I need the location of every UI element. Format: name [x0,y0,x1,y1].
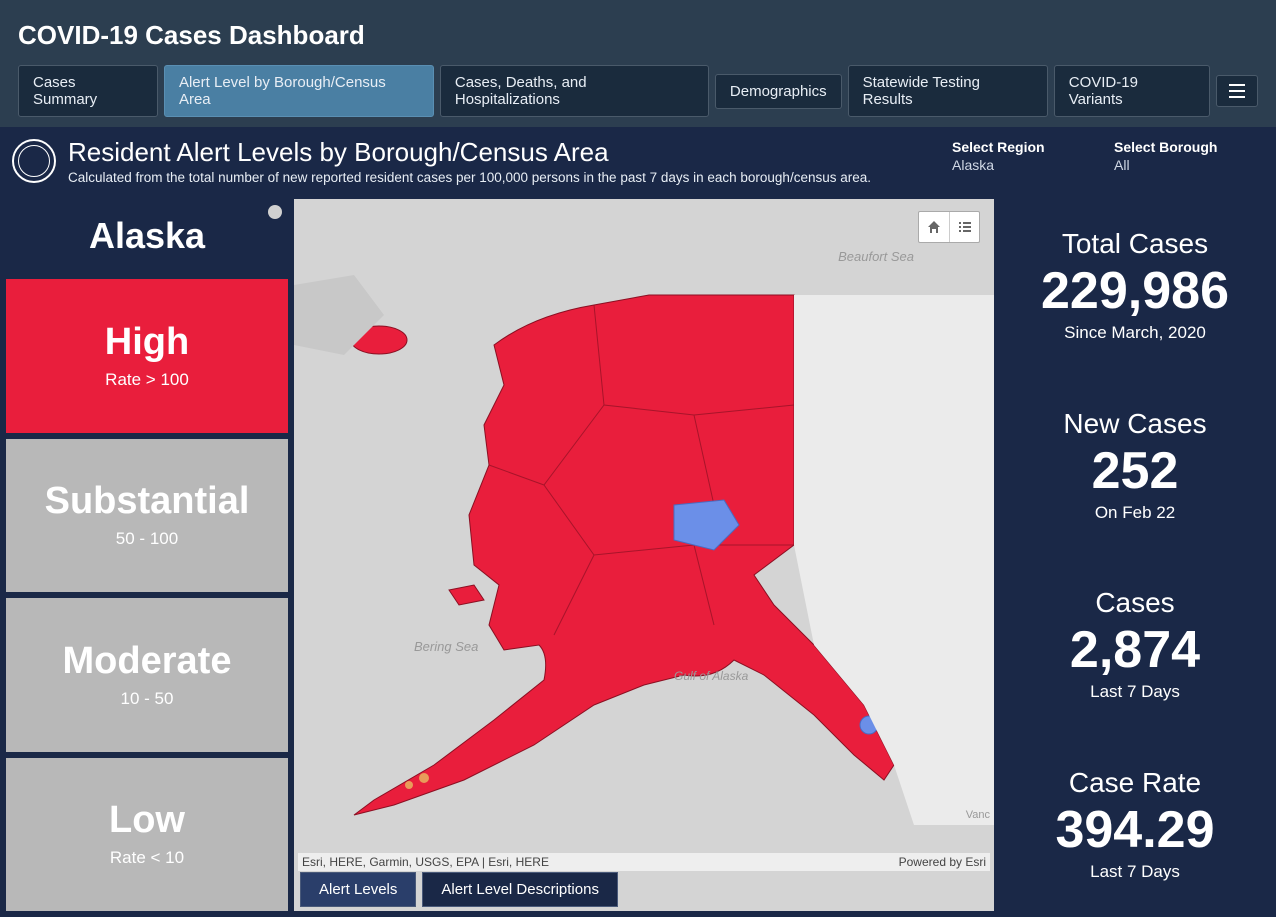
home-icon [926,219,942,235]
map-panel[interactable]: Beaufort Sea Bering Sea Gulf of Alaska V… [294,199,994,911]
borough-filter-value: All [1114,157,1264,173]
level-moderate-card[interactable]: Moderate 10 - 50 [6,598,288,752]
level-low-range: Rate < 10 [110,848,184,868]
stat-sub: Last 7 Days [1090,682,1180,702]
stat-title: Case Rate [1069,767,1201,799]
stat-sub: On Feb 22 [1095,503,1175,523]
level-high-range: Rate > 100 [105,370,189,390]
level-low-title: Low [109,800,185,842]
alert-levels-sidebar: Alaska High Rate > 100 Substantial 50 - … [6,199,288,911]
region-card: Alaska [6,199,288,273]
region-filter-value: Alaska [952,157,1102,173]
region-filter-label: Select Region [952,139,1102,155]
map-label-beaufort: Beaufort Sea [838,249,914,264]
loading-icon [268,205,282,219]
tab-variants[interactable]: COVID-19 Variants [1054,65,1210,117]
map-label-vanc: Vanc [966,809,990,821]
alaska-map[interactable] [294,199,994,911]
map-home-button[interactable] [919,212,949,242]
attribution-left: Esri, HERE, Garmin, USGS, EPA | Esri, HE… [302,855,549,869]
list-icon [1229,84,1245,98]
borough-filter-label: Select Borough [1114,139,1264,155]
state-seal-icon [12,139,56,183]
stat-title: Cases [1095,587,1174,619]
stat-case-rate: Case Rate 394.29 Last 7 Days [1000,738,1270,912]
region-filter[interactable]: Select Region Alaska [952,137,1102,173]
level-low-card[interactable]: Low Rate < 10 [6,758,288,912]
map-tabs: Alert Levels Alert Level Descriptions [300,872,618,907]
tab-cases-summary[interactable]: Cases Summary [18,65,158,117]
page-title: Resident Alert Levels by Borough/Census … [68,137,940,168]
legend-icon [957,219,973,235]
stat-value: 2,874 [1070,623,1200,678]
attribution-right: Powered by Esri [899,855,986,869]
stat-sub: Since March, 2020 [1064,323,1206,343]
stat-value: 394.29 [1055,803,1214,858]
borough-filter[interactable]: Select Borough All [1114,137,1264,173]
level-high-title: High [105,322,189,364]
map-label-gulf: Gulf of Alaska [674,669,748,683]
stat-new-cases: New Cases 252 On Feb 22 [1000,379,1270,553]
stats-sidebar: Total Cases 229,986 Since March, 2020 Ne… [1000,199,1270,911]
map-tab-descriptions[interactable]: Alert Level Descriptions [422,872,618,907]
dashboard-title: COVID-19 Cases Dashboard [18,20,1258,51]
stat-total-cases: Total Cases 229,986 Since March, 2020 [1000,199,1270,373]
map-attribution: Esri, HERE, Garmin, USGS, EPA | Esri, HE… [298,853,990,871]
stat-value: 252 [1092,444,1179,499]
stat-title: New Cases [1063,408,1206,440]
stat-title: Total Cases [1062,228,1208,260]
map-controls [918,211,980,243]
region-name: Alaska [16,215,278,257]
map-tab-alert-levels[interactable]: Alert Levels [300,872,416,907]
tab-testing-results[interactable]: Statewide Testing Results [848,65,1048,117]
tab-demographics[interactable]: Demographics [715,74,842,109]
subheader: Resident Alert Levels by Borough/Census … [0,127,1276,193]
level-high-card[interactable]: High Rate > 100 [6,279,288,433]
stat-cases-7d: Cases 2,874 Last 7 Days [1000,558,1270,732]
level-substantial-range: 50 - 100 [116,529,178,549]
stat-sub: Last 7 Days [1090,862,1180,882]
page-description: Calculated from the total number of new … [68,170,940,185]
map-label-bering: Bering Sea [414,639,478,654]
level-moderate-range: 10 - 50 [121,689,174,709]
level-substantial-title: Substantial [45,481,250,523]
level-substantial-card[interactable]: Substantial 50 - 100 [6,439,288,593]
map-legend-button[interactable] [949,212,979,242]
tab-menu-button[interactable] [1216,75,1258,107]
level-moderate-title: Moderate [63,641,232,683]
stat-value: 229,986 [1041,264,1229,319]
tab-cases-deaths-hosp[interactable]: Cases, Deaths, and Hospitalizations [440,65,709,117]
tab-alert-level[interactable]: Alert Level by Borough/Census Area [164,65,434,117]
tabs-row: Cases Summary Alert Level by Borough/Cen… [0,65,1276,127]
